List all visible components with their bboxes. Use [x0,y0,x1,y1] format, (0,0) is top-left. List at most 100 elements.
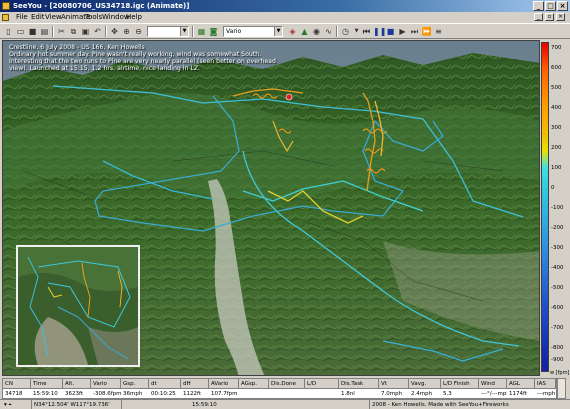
grid-cell: 00:10:25 [151,391,176,397]
legend-tick: -900 [551,357,564,363]
menu-help[interactable]: Help [126,12,142,23]
description-line: view). Launched at 15:15, 1.2 hrs, airti… [9,65,201,72]
title-bar: SeeYou - [20080706_US34718.igc (Animate)… [0,0,570,12]
document-icon[interactable] [2,14,9,21]
legend-tick: 100 [551,165,562,171]
cut-icon[interactable]: ✂ [56,26,67,37]
grid-cell [305,389,339,399]
map-icon[interactable]: ▦ [196,26,207,37]
column-header[interactable]: dH [181,379,209,389]
vario-select[interactable]: Vario ▼ [223,26,283,37]
column-header[interactable]: IAS [535,379,556,389]
maximize-button[interactable]: □ [545,1,556,11]
chevron-down-icon[interactable]: ▼ [180,27,188,36]
menu-file[interactable]: File [16,12,28,23]
column-header[interactable]: Alt. [63,379,91,389]
legend-tick: 400 [551,105,562,111]
close-button[interactable]: × [557,1,568,11]
save-icon[interactable]: ■ [27,26,38,37]
column-header[interactable]: Gsp. [121,379,149,389]
open-icon[interactable]: ▭ [15,26,26,37]
column-header[interactable]: L/D Finish [441,379,479,389]
clock-icon[interactable]: ◷ [340,26,351,37]
grid-cell: 7.0mph [381,391,403,397]
column-header[interactable]: Wind [479,379,507,389]
step-back-icon[interactable]: ⏮ [361,26,372,37]
grid-cell: 2.4mph [411,391,433,397]
flight-data-grid[interactable]: CN Time Alt. Vario Gsp. dt dH AVario AGs… [2,378,557,399]
column-header[interactable]: L/D [305,379,339,389]
print-icon[interactable]: ▤ [39,26,50,37]
copy-icon[interactable]: ⧉ [68,26,79,37]
zoom-out-icon[interactable]: ⊖ [133,26,144,37]
minimize-button[interactable]: _ [533,1,544,11]
column-header[interactable]: Time [31,379,63,389]
pause-icon[interactable]: ❚❚ [373,26,386,37]
grid-cell: 34718 [5,391,23,397]
toolbar-separator [52,26,54,37]
mdi-restore-button[interactable]: ▫ [545,13,554,21]
status-icons: ▾ ⌖ [2,400,32,409]
column-header[interactable]: AGL [507,379,535,389]
status-bar: ▾ ⌖ N34°12.504' W117°19.736' 15:59:10 20… [0,399,570,409]
zoom-in-icon[interactable]: ⊕ [121,26,132,37]
legend-tick: -700 [551,325,564,331]
legend-tick: -200 [551,225,564,231]
track-icon[interactable]: ∿ [323,26,334,37]
paste-icon[interactable]: ▣ [80,26,91,37]
toolbar: ▯ ▭ ■ ▤ ✂ ⧉ ▣ ↶ ✥ ⊕ ⊖ ▼ ▦ ◙ Vario ▼ ◈ ▲ … [0,23,570,39]
terrain-icon[interactable]: ▲ [299,26,310,37]
terrain-map-view[interactable]: Crestline, 6 July 2008 - US 166, Ken How… [2,40,540,376]
toolbar-separator [105,26,107,37]
camera-icon[interactable]: ◉ [311,26,322,37]
vario-color-scale [541,42,549,372]
menu-view[interactable]: View [45,12,62,23]
stop-icon[interactable]: ■ [385,26,396,37]
column-header[interactable]: Vavg. [409,379,441,389]
flight-description: Crestline, 6 July 2008 - US 166, Ken How… [9,44,429,72]
undo-icon[interactable]: ↶ [92,26,103,37]
flight-3d-icon[interactable]: ◈ [287,26,298,37]
satellite-icon[interactable]: ◙ [208,26,219,37]
new-icon[interactable]: ▯ [3,26,14,37]
speed-icon[interactable]: ≡ [433,26,444,37]
column-header[interactable]: CN [3,379,31,389]
description-line: Interesting that the two runs to Pine ar… [9,58,276,65]
mdi-minimize-button[interactable]: _ [534,13,543,21]
menu-edit[interactable]: Edit [31,12,45,23]
column-header[interactable]: AGsp. [239,379,269,389]
grid-cell: 5.3 [443,391,452,397]
seeyou-window: SeeYou - [20080706_US34718.igc (Animate)… [0,0,570,409]
mdi-close-button[interactable]: × [556,13,565,21]
pan-icon[interactable]: ✥ [109,26,120,37]
column-header[interactable]: AVario [209,379,239,389]
chevron-down-icon[interactable]: ▼ [274,27,282,36]
play-icon[interactable]: ▶ [397,26,408,37]
column-header[interactable]: Vt [379,379,409,389]
grid-cell: -308.6fpm [93,391,121,397]
step-forward-icon[interactable]: ⏭ [409,26,420,37]
legend-unit: w [fpm] [550,370,570,376]
fast-forward-icon[interactable]: ⏩ [421,26,432,37]
toolbar-separator [336,26,338,37]
grid-scrollbar[interactable] [557,378,566,399]
column-header[interactable]: Dis.Done [269,379,305,389]
description-line: Ordinary hot summer day. Pine wasn't rea… [9,51,262,58]
column-header[interactable]: Dis.Task [339,379,379,389]
legend-tick: -800 [551,345,564,351]
column-header[interactable]: dt [149,379,181,389]
column-header[interactable]: Vario [91,379,121,389]
vario-value: Vario [226,28,242,35]
legend-tick: 200 [551,145,562,151]
legend-tick: -100 [551,205,564,211]
legend-tick: 500 [551,85,562,91]
overview-map-inset[interactable] [16,245,140,367]
legend-tick: 700 [551,45,562,51]
zoom-select[interactable]: ▼ [147,26,189,37]
overview-map [18,247,138,365]
legend-tick: -600 [551,305,564,311]
toolbar-separator [192,26,194,37]
grid-cell: 3623ft [65,391,83,397]
menu-tools[interactable]: Tools [85,12,102,23]
grid-cell [239,389,269,399]
